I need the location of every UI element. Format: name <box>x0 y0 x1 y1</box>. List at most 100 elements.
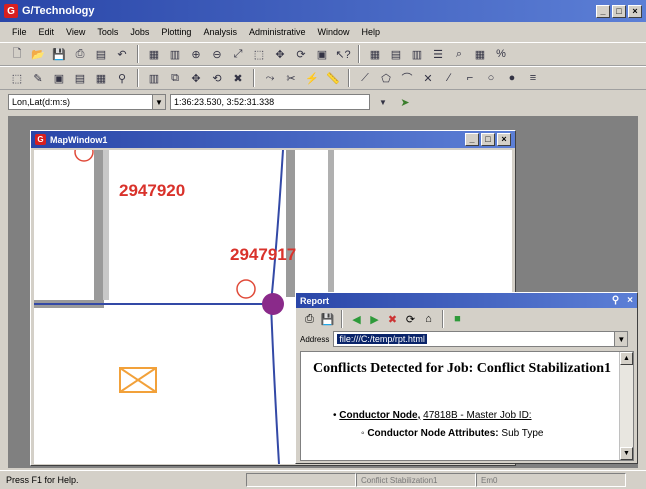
polygon-icon[interactable]: ⬠ <box>377 69 395 87</box>
point-icon[interactable]: ● <box>503 69 521 87</box>
select-tool-icon[interactable]: ⬚ <box>8 69 26 87</box>
device-circle[interactable] <box>236 279 256 299</box>
go-icon[interactable]: ■ <box>450 312 465 327</box>
save-icon[interactable]: 💾 <box>320 312 335 327</box>
highlight-icon[interactable]: ▤ <box>71 69 89 87</box>
zoom-out-icon[interactable]: ⊖ <box>208 45 226 63</box>
menu-administrative[interactable]: Administrative <box>249 27 306 37</box>
close-button[interactable]: × <box>628 4 642 18</box>
device-circle[interactable] <box>74 150 94 162</box>
pin-icon[interactable]: ⚲ <box>113 69 131 87</box>
help-pointer-icon[interactable]: ↖? <box>334 45 352 63</box>
grid-icon[interactable]: ▤ <box>387 45 405 63</box>
go-icon[interactable]: ➤ <box>396 93 414 111</box>
connect-icon[interactable]: ⤳ <box>261 69 279 87</box>
close-icon[interactable]: × <box>627 295 633 306</box>
scroll-track[interactable] <box>620 365 633 447</box>
percent-icon[interactable]: % <box>492 45 510 63</box>
menu-edit[interactable]: Edit <box>39 27 55 37</box>
conflict-item-id[interactable]: 47818B <box>423 410 457 421</box>
minimize-button[interactable]: _ <box>465 133 479 146</box>
menu-view[interactable]: View <box>66 27 85 37</box>
menu-analysis[interactable]: Analysis <box>203 27 237 37</box>
curve-icon[interactable]: ⌐ <box>461 69 479 87</box>
preview-icon[interactable]: ▤ <box>92 45 110 63</box>
menu-jobs[interactable]: Jobs <box>130 27 149 37</box>
address-input[interactable]: file:///C:/temp/rpt.html ▼ <box>333 331 629 347</box>
cross-icon[interactable]: ✕ <box>419 69 437 87</box>
status-field-text: Em0 <box>481 475 498 485</box>
stop-icon[interactable]: ✖ <box>385 312 400 327</box>
menu-window[interactable]: Window <box>318 27 350 37</box>
zoom-window-icon[interactable]: ⬚ <box>250 45 268 63</box>
chevron-down-icon[interactable]: ▼ <box>374 93 392 111</box>
move-icon[interactable]: ✥ <box>187 69 205 87</box>
legend-icon[interactable]: ▥ <box>166 45 184 63</box>
menu-tools[interactable]: Tools <box>97 27 118 37</box>
toolbar-separator <box>137 69 139 87</box>
line-icon[interactable]: ∕ <box>440 69 458 87</box>
rotate-icon[interactable]: ⟲ <box>208 69 226 87</box>
conflict-item-link[interactable]: Conductor Node, <box>339 410 420 421</box>
refresh-icon[interactable]: ⟳ <box>292 45 310 63</box>
pan-icon[interactable]: ✥ <box>271 45 289 63</box>
chevron-down-icon[interactable]: ▼ <box>614 332 628 346</box>
table-icon[interactable]: ▦ <box>366 45 384 63</box>
menu-bar: File Edit View Tools Jobs Plotting Analy… <box>0 22 646 41</box>
open-icon[interactable]: 📂 <box>29 45 47 63</box>
scroll-up-icon[interactable]: ▲ <box>620 352 633 365</box>
report-window: Report ⚲ × ⎙ 💾 ◀ ▶ ✖ ⟳ ⌂ ■ Address file:… <box>295 292 638 464</box>
grid-tool-icon[interactable]: ▦ <box>92 69 110 87</box>
delete-icon[interactable]: ✖ <box>229 69 247 87</box>
attributes-icon[interactable]: ▦ <box>471 45 489 63</box>
report-icon[interactable]: ▥ <box>408 45 426 63</box>
feature-icon[interactable]: ▣ <box>50 69 68 87</box>
select-icon[interactable]: ▣ <box>313 45 331 63</box>
back-icon[interactable]: ◀ <box>349 312 364 327</box>
toolbar-separator <box>442 310 444 328</box>
close-button[interactable]: × <box>497 133 511 146</box>
query-icon[interactable]: ⌕ <box>450 45 468 63</box>
maximize-button[interactable]: □ <box>481 133 495 146</box>
place-icon[interactable]: ▥ <box>145 69 163 87</box>
save-icon[interactable]: 💾 <box>50 45 68 63</box>
zoom-in-icon[interactable]: ⊕ <box>187 45 205 63</box>
forward-icon[interactable]: ▶ <box>367 312 382 327</box>
scroll-down-icon[interactable]: ▼ <box>620 447 633 460</box>
circle-icon[interactable]: ○ <box>482 69 500 87</box>
refresh-icon[interactable]: ⟳ <box>403 312 418 327</box>
minimize-button[interactable]: _ <box>596 4 610 18</box>
coordinate-input[interactable]: 1:36:23.530, 3:52:31.338 <box>170 94 370 110</box>
edit-icon[interactable]: ✎ <box>29 69 47 87</box>
menu-help[interactable]: Help <box>362 27 381 37</box>
fit-icon[interactable]: ⤢ <box>229 45 247 63</box>
polyline-icon[interactable]: ⟋ <box>356 69 374 87</box>
maximize-button[interactable]: □ <box>612 4 626 18</box>
map-window-title: MapWindow1 <box>50 134 108 145</box>
new-icon[interactable]: 🗋 <box>8 45 26 63</box>
map-window-titlebar[interactable]: G MapWindow1 _ □ × <box>31 131 515 148</box>
copy-icon[interactable]: ⧉ <box>166 69 184 87</box>
undo-icon[interactable]: ↶ <box>113 45 131 63</box>
print-icon[interactable]: ⎙ <box>71 45 89 63</box>
break-icon[interactable]: ✂ <box>282 69 300 87</box>
home-icon[interactable]: ⌂ <box>421 312 436 327</box>
coordinate-system-select[interactable]: Lon,Lat(d:m:s) ▼ <box>8 94 166 110</box>
conductor-node[interactable] <box>262 293 284 315</box>
list-icon[interactable]: ☰ <box>429 45 447 63</box>
more-tools-icon[interactable]: ≡ <box>524 69 542 87</box>
measure-icon[interactable]: 📏 <box>324 69 342 87</box>
print-icon[interactable]: ⎙ <box>302 312 317 327</box>
menu-plotting[interactable]: Plotting <box>161 27 191 37</box>
toolbar-separator <box>348 69 350 87</box>
arc-icon[interactable]: ⌒ <box>398 69 416 87</box>
layers-icon[interactable]: ▦ <box>145 45 163 63</box>
menu-file[interactable]: File <box>12 27 27 37</box>
status-panel <box>246 473 356 487</box>
conflict-sub-value: Sub Type <box>498 428 544 439</box>
trace-icon[interactable]: ⚡ <box>303 69 321 87</box>
report-scrollbar[interactable]: ▲ ▼ <box>619 352 633 460</box>
chevron-down-icon[interactable]: ▼ <box>152 95 165 109</box>
report-titlebar[interactable]: Report ⚲ × <box>296 293 637 308</box>
pin-icon[interactable]: ⚲ <box>612 295 619 306</box>
